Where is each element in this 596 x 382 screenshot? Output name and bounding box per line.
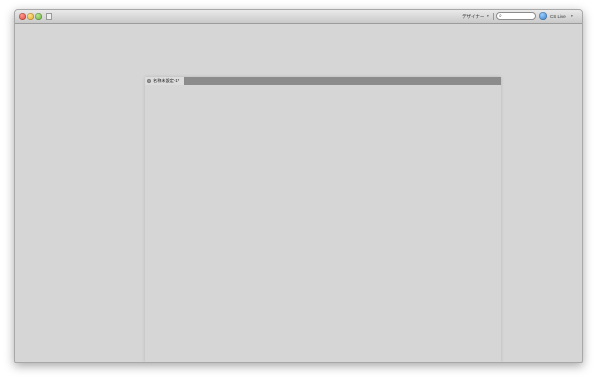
close-window-button[interactable] [19, 13, 26, 20]
workspace-switcher[interactable]: デザイナー [462, 11, 484, 22]
document-tab[interactable]: × 名称未設定-1* [145, 77, 185, 85]
document-canvas[interactable] [145, 85, 501, 362]
chevron-down-icon[interactable]: ▾ [571, 11, 573, 22]
app-window: デザイナー ▾ ⌕ CS Live ▾ × 名称未設定-1* [14, 9, 583, 363]
toolbar-divider [493, 13, 494, 20]
chevron-down-icon[interactable]: ▾ [487, 11, 489, 22]
document-window: × 名称未設定-1* [145, 77, 501, 362]
close-tab-icon[interactable]: × [147, 79, 151, 83]
minimize-window-button[interactable] [27, 13, 34, 20]
document-tab-bar: × 名称未設定-1* [145, 77, 501, 85]
document-tab-title: 名称未設定-1* [153, 78, 180, 83]
search-icon: ⌕ [499, 13, 502, 19]
search-field[interactable]: ⌕ [496, 12, 536, 20]
title-bar: デザイナー ▾ ⌕ CS Live ▾ [15, 10, 582, 24]
zoom-window-button[interactable] [35, 13, 42, 20]
document-icon [46, 13, 52, 20]
cs-live-label[interactable]: CS Live [550, 11, 566, 22]
cs-live-icon[interactable] [539, 12, 547, 20]
